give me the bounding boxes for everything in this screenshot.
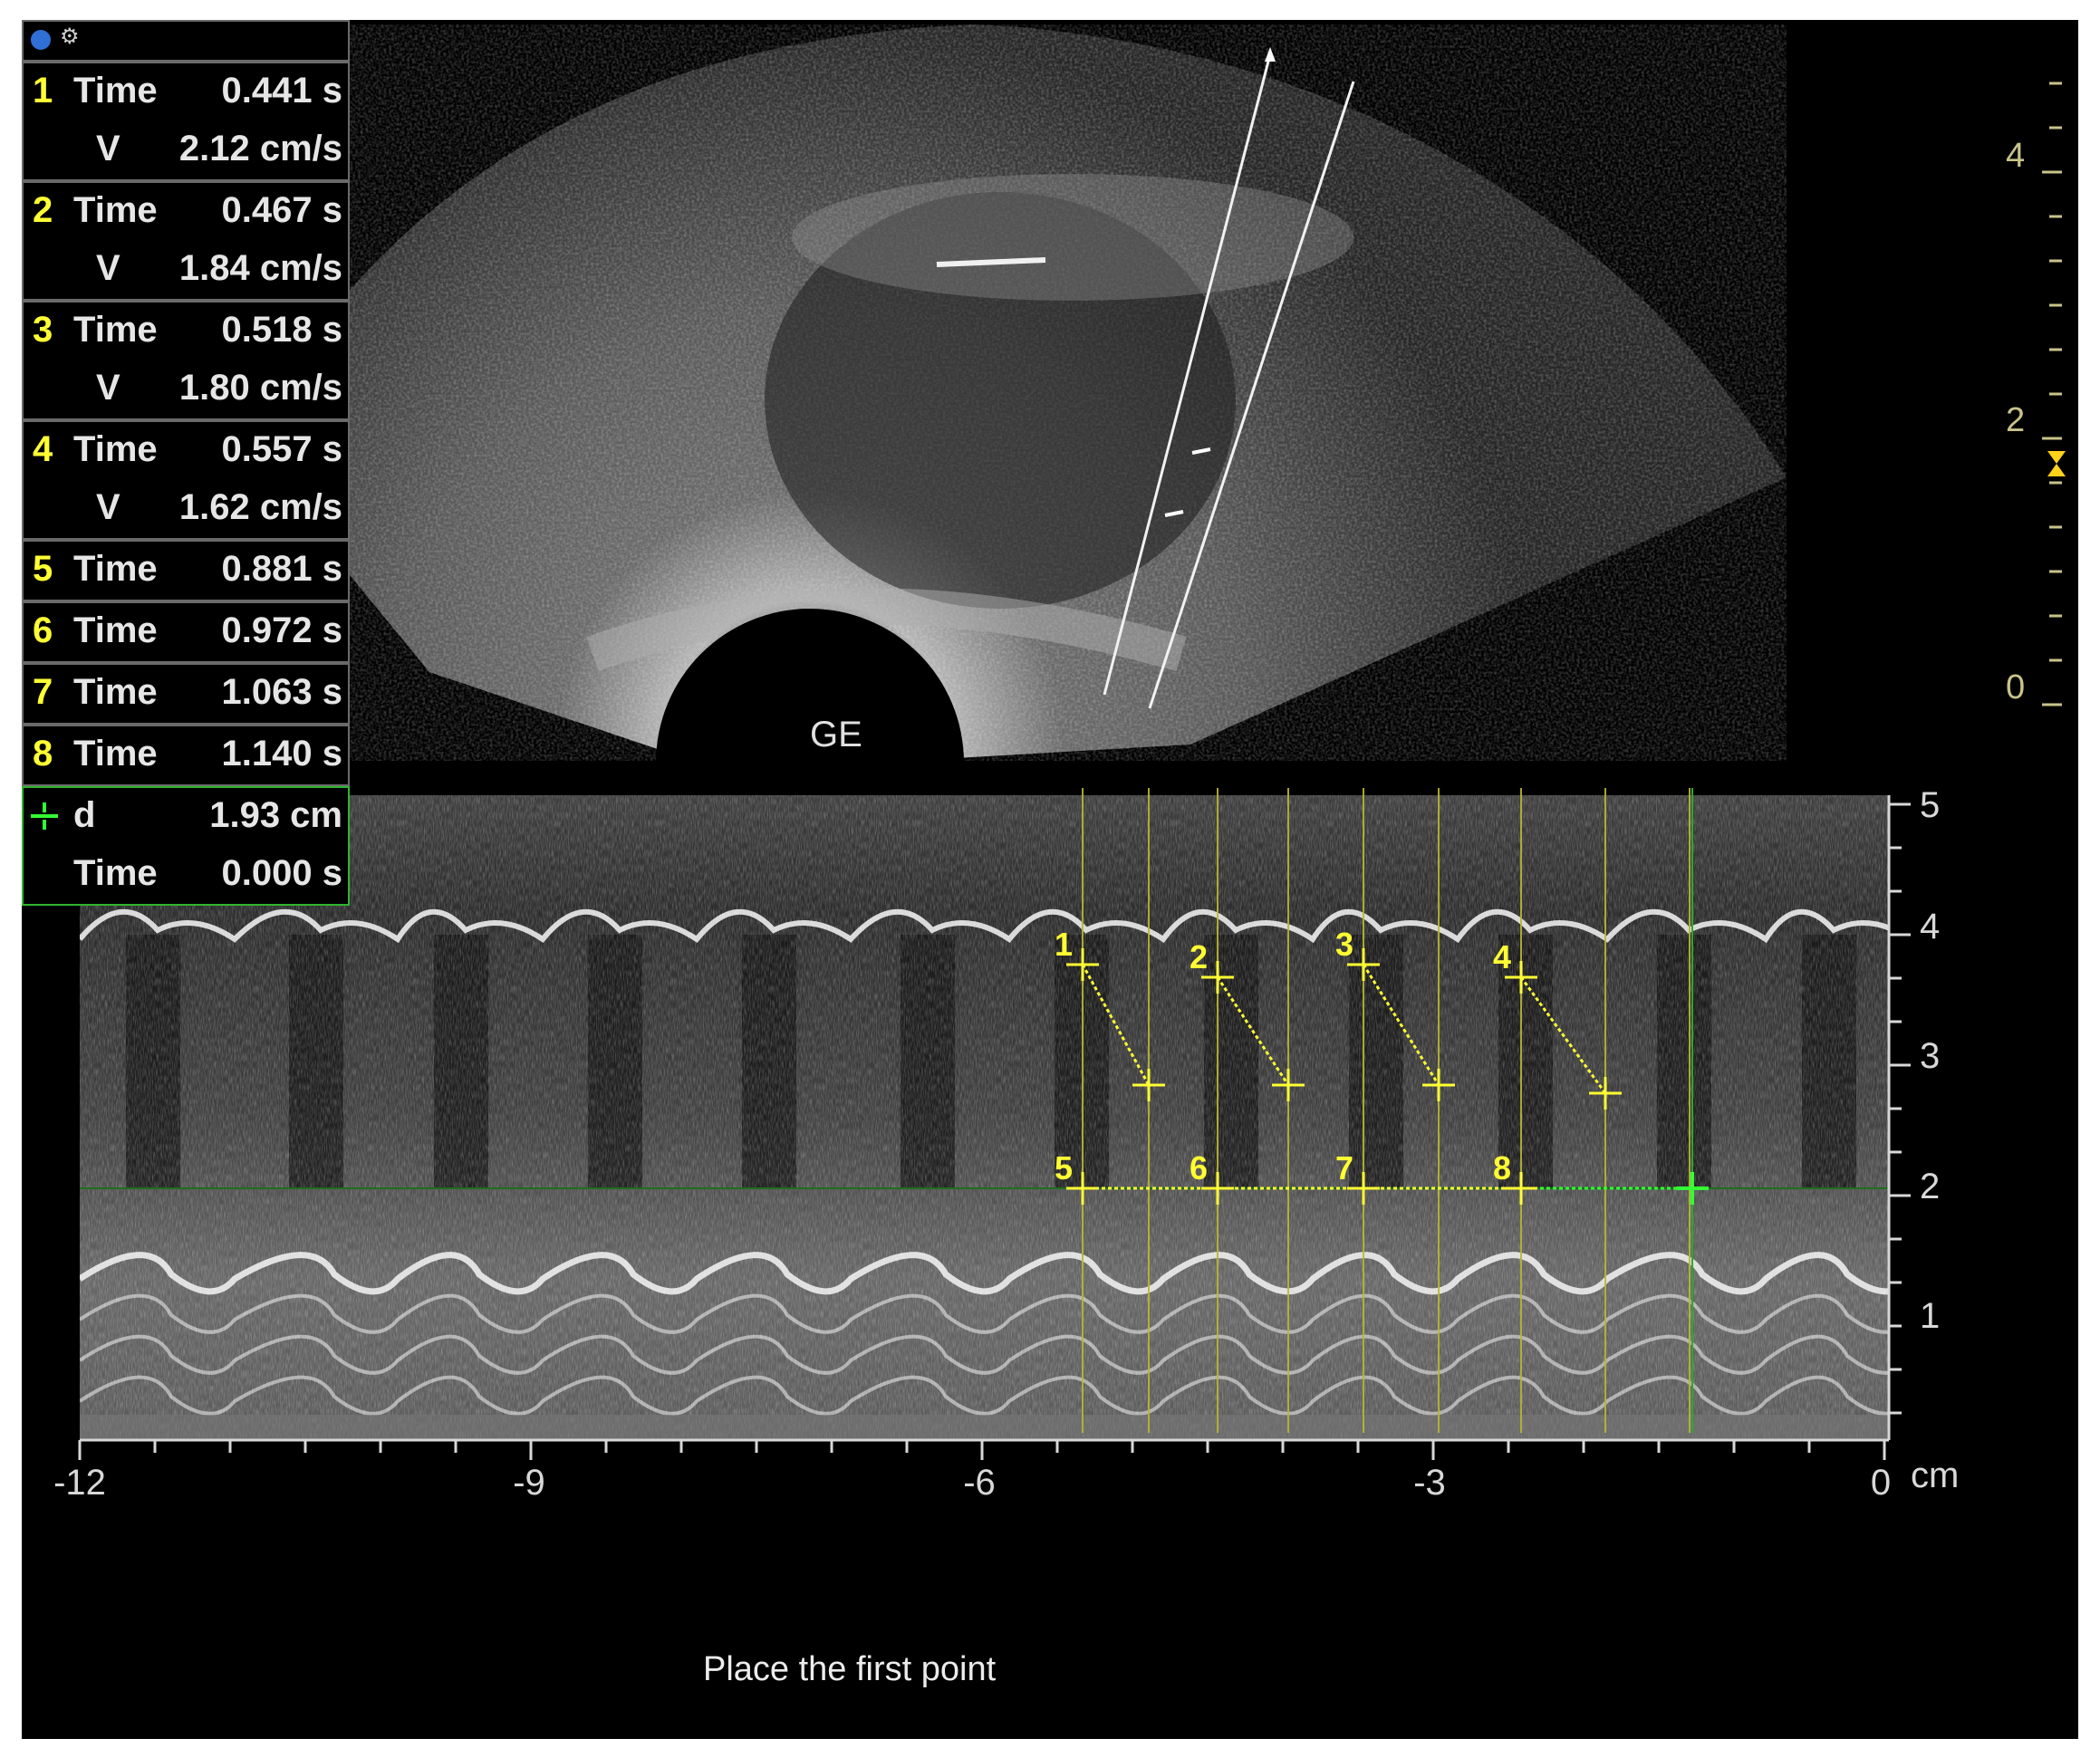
depth-tick-label: 2 bbox=[2006, 401, 2025, 439]
measurement-row: 2 Time 0.467 s bbox=[24, 183, 348, 237]
measurement-label: V bbox=[96, 129, 120, 168]
measurement-value: 0.441 s bbox=[221, 71, 342, 110]
depth-tick-label: 3 bbox=[1920, 1036, 1940, 1076]
measurement-label: Time bbox=[73, 71, 158, 110]
marker-label: 8 bbox=[1493, 1149, 1511, 1186]
marker-label: 3 bbox=[1335, 926, 1353, 963]
marker-label: 6 bbox=[1190, 1149, 1208, 1186]
measurement-item-7[interactable]: 7 Time 1.063 s bbox=[22, 663, 350, 725]
record-dot-icon bbox=[31, 30, 51, 50]
measurement-item-5[interactable]: 5 Time 0.881 s bbox=[22, 540, 350, 601]
measurement-label: Time bbox=[73, 429, 158, 469]
measurement-label: d bbox=[73, 795, 96, 835]
measurement-value: 1.80 cm/s bbox=[178, 368, 342, 408]
measurement-row: V 1.80 cm/s bbox=[24, 360, 348, 415]
status-prompt: Place the first point bbox=[703, 1650, 997, 1688]
measurement-item-8[interactable]: 8 Time 1.140 s bbox=[22, 725, 350, 786]
measurement-value: 1.62 cm/s bbox=[178, 487, 342, 527]
measurement-value: 0.518 s bbox=[221, 310, 342, 350]
time-tick-label: -12 bbox=[53, 1463, 106, 1503]
measurement-row: d 1.93 cm bbox=[24, 788, 348, 842]
measurement-number: 6 bbox=[33, 610, 53, 650]
measurement-row: 3 Time 0.518 s bbox=[24, 303, 348, 357]
mmode-depth-scale: 5 4 3 2 1 bbox=[1887, 785, 1940, 1440]
mmode-time-axis: -12 -9 -6 -3 0 cm bbox=[53, 1438, 1959, 1503]
measurement-value: 0.000 s bbox=[221, 853, 342, 893]
active-measurement[interactable]: d 1.93 cm Time 0.000 s bbox=[22, 786, 350, 906]
measurement-value: 1.063 s bbox=[221, 672, 342, 712]
time-tick-label: -9 bbox=[513, 1463, 545, 1503]
measurement-number: 5 bbox=[33, 549, 53, 589]
measurement-item-3[interactable]: 3 Time 0.518 s V 1.80 cm/s bbox=[22, 301, 350, 420]
depth-tick-label: 2 bbox=[1920, 1167, 1940, 1206]
measurement-label: Time bbox=[73, 734, 158, 773]
measurement-label: V bbox=[96, 487, 120, 527]
depth-tick-label: 4 bbox=[1920, 907, 1940, 946]
measurement-item-2[interactable]: 2 Time 0.467 s V 1.84 cm/s bbox=[22, 181, 350, 301]
measurement-value: 0.881 s bbox=[221, 549, 342, 589]
measurement-row: V 1.84 cm/s bbox=[24, 241, 348, 295]
measurement-number: 4 bbox=[33, 429, 53, 469]
measurement-row: 8 Time 1.140 s bbox=[24, 726, 348, 781]
measurement-value: 1.84 cm/s bbox=[178, 248, 342, 288]
time-tick-label: -6 bbox=[963, 1463, 996, 1503]
measurement-value: 0.467 s bbox=[221, 190, 342, 230]
bmode-sector bbox=[242, 24, 1787, 763]
measurement-number: 7 bbox=[33, 672, 53, 712]
measurement-label: Time bbox=[73, 190, 158, 230]
measurement-value: 1.93 cm bbox=[209, 795, 342, 835]
depth-marker-icon bbox=[2047, 451, 2066, 476]
settings-icon: ⚙ bbox=[60, 24, 80, 49]
measurement-value: 1.140 s bbox=[221, 734, 342, 773]
marker-label: 4 bbox=[1493, 938, 1511, 975]
measurement-row: 6 Time 0.972 s bbox=[24, 603, 348, 658]
time-tick-label: 0 bbox=[1871, 1463, 1891, 1503]
measurement-item-4[interactable]: 4 Time 0.557 s V 1.62 cm/s bbox=[22, 420, 350, 540]
panel-header: ⚙ bbox=[22, 20, 350, 62]
depth-tick-label: 0 bbox=[2006, 668, 2025, 706]
measurement-label: Time bbox=[73, 549, 158, 589]
marker-label: 2 bbox=[1190, 938, 1208, 975]
axis-unit: cm bbox=[1911, 1455, 1959, 1495]
measurement-item-1[interactable]: 1 Time 0.441 s V 2.12 cm/s bbox=[22, 62, 350, 181]
measurement-number: 8 bbox=[33, 734, 53, 773]
measurement-label: Time bbox=[73, 610, 158, 650]
depth-tick-label: 4 bbox=[2006, 137, 2025, 175]
measurement-number: 2 bbox=[33, 190, 53, 230]
measurement-row: Time 0.000 s bbox=[24, 846, 348, 900]
depth-tick-label: 5 bbox=[1920, 785, 1940, 825]
depth-tick-label: 1 bbox=[1920, 1296, 1940, 1336]
ultrasound-screen: GE 4 2 0 1 2 3 4 5 6 7 8 5 4 3 2 1 -12 -9 -6 -3 0 cm ⚙ 1 Ti… bbox=[22, 20, 2078, 1739]
marker-label: 7 bbox=[1335, 1149, 1353, 1186]
measurement-value: 0.972 s bbox=[221, 610, 342, 650]
brand-label: GE bbox=[810, 715, 862, 754]
mmode-strip bbox=[80, 795, 1889, 1440]
measurement-label: Time bbox=[73, 853, 158, 893]
measurement-row: V 1.62 cm/s bbox=[24, 480, 348, 534]
measurement-row: 1 Time 0.441 s bbox=[24, 63, 348, 118]
measurement-row: V 2.12 cm/s bbox=[24, 121, 348, 176]
measurement-row: 7 Time 1.063 s bbox=[24, 665, 348, 719]
measurement-label: V bbox=[96, 368, 120, 408]
measurement-value: 2.12 cm/s bbox=[178, 129, 342, 168]
measurement-label: V bbox=[96, 248, 120, 288]
measurement-number: 1 bbox=[33, 71, 53, 110]
marker-label: 1 bbox=[1055, 926, 1073, 963]
marker-label: 5 bbox=[1055, 1149, 1073, 1186]
time-tick-label: -3 bbox=[1413, 1463, 1446, 1503]
measurement-row: 5 Time 0.881 s bbox=[24, 542, 348, 596]
measurement-label: Time bbox=[73, 672, 158, 712]
measurement-item-6[interactable]: 6 Time 0.972 s bbox=[22, 601, 350, 663]
measurement-label: Time bbox=[73, 310, 158, 350]
measurement-row: 4 Time 0.557 s bbox=[24, 422, 348, 476]
measurement-number: 3 bbox=[33, 310, 53, 350]
measurement-value: 0.557 s bbox=[221, 429, 342, 469]
bmode-depth-scale: 4 2 0 bbox=[2006, 82, 2062, 706]
